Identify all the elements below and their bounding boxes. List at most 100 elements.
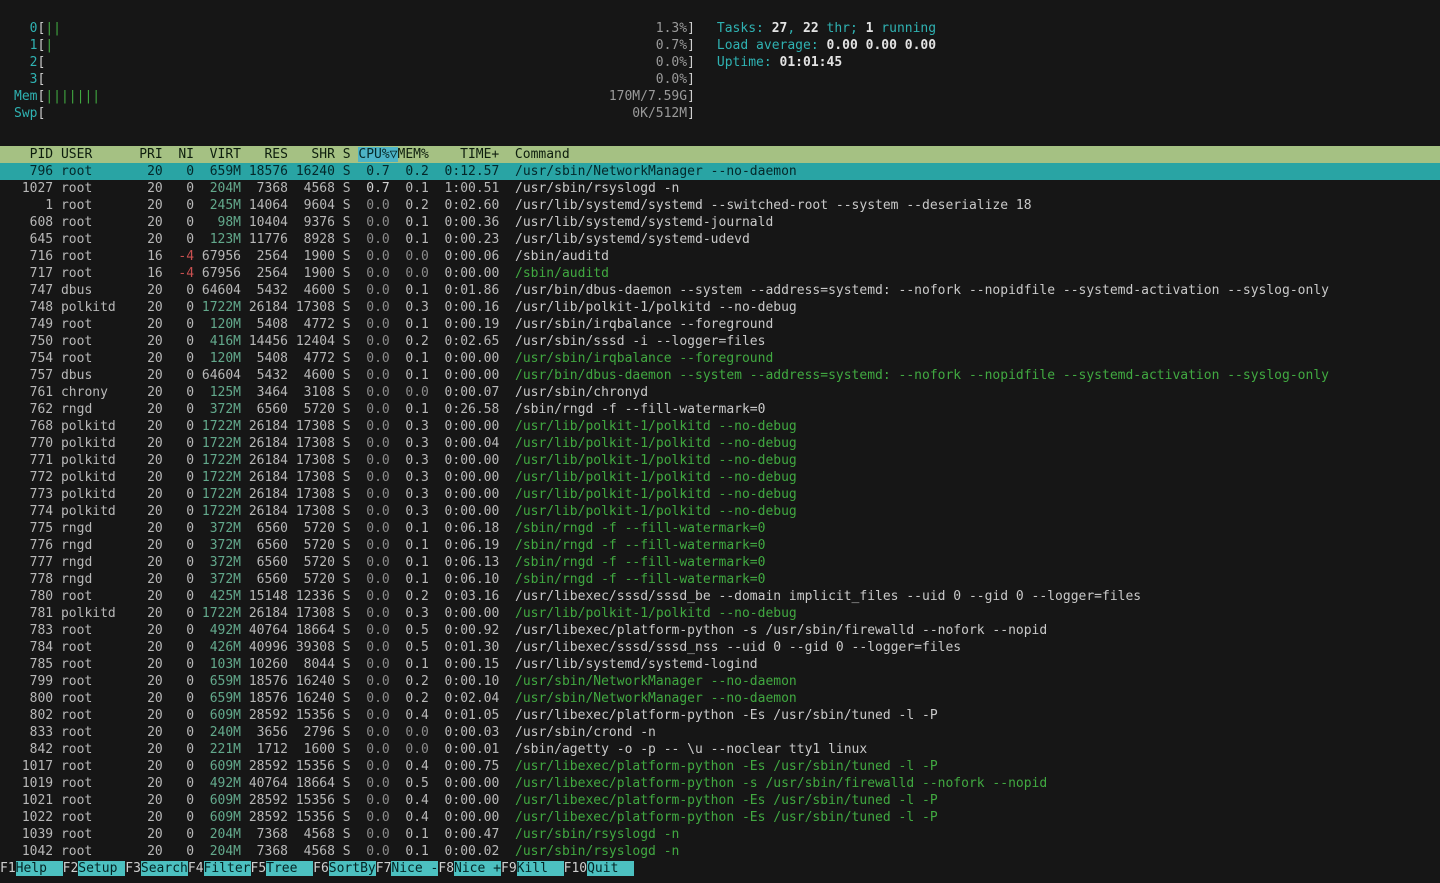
cell-ni: 0 [171,589,202,604]
meter-label: 1 [14,38,37,53]
cell-virt: 204M [202,181,249,196]
cell-mem: 0.3 [398,504,437,519]
cell-ni: 0 [171,232,202,247]
process-row-762[interactable]: 762 rngd 20 0 372M 6560 5720 S 0.0 0.1 0… [0,401,1440,418]
cell-cpu: 0.0 [358,827,397,842]
header-columns-right[interactable]: MEM% TIME+ Command [398,147,570,162]
process-row-842[interactable]: 842 root 20 0 221M 1712 1600 S 0.0 0.0 0… [0,741,1440,758]
cell-pid: 762 [14,402,61,417]
cell-cpu: 0.0 [358,300,397,315]
process-row-761[interactable]: 761 chrony 20 0 125M 3464 3108 S 0.0 0.0… [0,384,1440,401]
process-row-777[interactable]: 777 rngd 20 0 372M 6560 5720 S 0.0 0.1 0… [0,554,1440,571]
meter-close-bracket: ] [687,21,695,36]
cell-pri: 20 [139,538,170,553]
process-row-757[interactable]: 757 dbus 20 0 64604 5432 4600 S 0.0 0.1 … [0,367,1440,384]
fkey-f10[interactable]: F10Quit [564,861,634,876]
fkey-f8[interactable]: F8Nice + [438,861,501,876]
fkey-f9[interactable]: F9Kill [501,861,564,876]
cell-user: root [61,674,139,689]
process-row-775[interactable]: 775 rngd 20 0 372M 6560 5720 S 0.0 0.1 0… [0,520,1440,537]
process-row-1042[interactable]: 1042 root 20 0 204M 7368 4568 S 0.0 0.1 … [0,843,1440,860]
process-row-776[interactable]: 776 rngd 20 0 372M 6560 5720 S 0.0 0.1 0… [0,537,1440,554]
cell-virt: 1722M [202,453,249,468]
process-row-768[interactable]: 768 polkitd 20 0 1722M 26184 17308 S 0.0… [0,418,1440,435]
fkey-f2[interactable]: F2Setup [63,861,126,876]
cell-pri: 20 [139,232,170,247]
fkey-f7[interactable]: F7Nice - [376,861,439,876]
process-row-780[interactable]: 780 root 20 0 425M 15148 12336 S 0.0 0.2… [0,588,1440,605]
process-row-645[interactable]: 645 root 20 0 123M 11776 8928 S 0.0 0.1 … [0,231,1440,248]
process-row-749[interactable]: 749 root 20 0 120M 5408 4772 S 0.0 0.1 0… [0,316,1440,333]
fkey-label: Setup [78,861,125,876]
process-row-796[interactable]: 796 root 20 0 659M 18576 16240 S 0.7 0.2… [0,163,1440,180]
process-row-1027[interactable]: 1027 root 20 0 204M 7368 4568 S 0.7 0.1 … [0,180,1440,197]
fkey-label: Quit [587,861,634,876]
cell-user: root [61,657,139,672]
cell-res: 10260 [249,657,296,672]
cell-time: 0:01.30 [437,640,515,655]
cell-pri: 20 [139,708,170,723]
process-row-773[interactable]: 773 polkitd 20 0 1722M 26184 17308 S 0.0… [0,486,1440,503]
fkey-f1[interactable]: F1Help [0,861,63,876]
fkey-f4[interactable]: F4Filter [188,861,251,876]
cell-shr: 5720 [296,555,343,570]
process-row-754[interactable]: 754 root 20 0 120M 5408 4772 S 0.0 0.1 0… [0,350,1440,367]
cell-command: /sbin/auditd [515,249,609,264]
process-row-717[interactable]: 717 root 16 -4 67956 2564 1900 S 0.0 0.0… [0,265,1440,282]
process-row-750[interactable]: 750 root 20 0 416M 14456 12404 S 0.0 0.2… [0,333,1440,350]
cell-state: S [343,691,359,706]
cell-res: 11776 [249,232,296,247]
meter-gauge: 0.0% [45,54,687,71]
process-row-747[interactable]: 747 dbus 20 0 64604 5432 4600 S 0.0 0.1 … [0,282,1440,299]
cell-user: root [61,776,139,791]
process-row-771[interactable]: 771 polkitd 20 0 1722M 26184 17308 S 0.0… [0,452,1440,469]
cell-cpu: 0.0 [358,334,397,349]
process-row-1039[interactable]: 1039 root 20 0 204M 7368 4568 S 0.0 0.1 … [0,826,1440,843]
cell-command: /usr/lib/systemd/systemd --switched-root… [515,198,1032,213]
function-key-bar: F1Help F2Setup F3SearchF4FilterF5Tree F6… [0,860,634,877]
cell-pid: 833 [14,725,61,740]
process-row-833[interactable]: 833 root 20 0 240M 3656 2796 S 0.0 0.0 0… [0,724,1440,741]
cell-shr: 17308 [296,487,343,502]
cell-pri: 20 [139,606,170,621]
cell-virt: 204M [202,844,249,859]
process-row-772[interactable]: 772 polkitd 20 0 1722M 26184 17308 S 0.0… [0,469,1440,486]
process-row-1021[interactable]: 1021 root 20 0 609M 28592 15356 S 0.0 0.… [0,792,1440,809]
cell-res: 28592 [249,759,296,774]
process-row-716[interactable]: 716 root 16 -4 67956 2564 1900 S 0.0 0.0… [0,248,1440,265]
sort-column-cpu[interactable]: CPU%▽ [358,147,397,162]
header-columns-left[interactable]: PID USER PRI NI VIRT RES SHR S [14,147,358,162]
process-row-784[interactable]: 784 root 20 0 426M 40996 39308 S 0.0 0.5… [0,639,1440,656]
process-row-799[interactable]: 799 root 20 0 659M 18576 16240 S 0.0 0.2… [0,673,1440,690]
fkey-f3[interactable]: F3Search [125,861,188,876]
process-row-778[interactable]: 778 rngd 20 0 372M 6560 5720 S 0.0 0.1 0… [0,571,1440,588]
process-row-785[interactable]: 785 root 20 0 103M 10260 8044 S 0.0 0.1 … [0,656,1440,673]
table-header[interactable]: PID USER PRI NI VIRT RES SHR S CPU%▽MEM%… [0,146,1440,163]
process-row-774[interactable]: 774 polkitd 20 0 1722M 26184 17308 S 0.0… [0,503,1440,520]
process-row-1019[interactable]: 1019 root 20 0 492M 40764 18664 S 0.0 0.… [0,775,1440,792]
cell-pri: 16 [139,266,170,281]
cell-pid: 645 [14,232,61,247]
cell-cpu: 0.0 [358,725,397,740]
meter-open-bracket: [ [37,21,45,36]
process-row-1022[interactable]: 1022 root 20 0 609M 28592 15356 S 0.0 0.… [0,809,1440,826]
cell-ni: 0 [171,436,202,451]
process-row-770[interactable]: 770 polkitd 20 0 1722M 26184 17308 S 0.0… [0,435,1440,452]
cell-shr: 1600 [296,742,343,757]
process-row-781[interactable]: 781 polkitd 20 0 1722M 26184 17308 S 0.0… [0,605,1440,622]
fkey-f6[interactable]: F6SortBy [313,861,376,876]
cell-virt: 123M [202,232,249,247]
process-row-1017[interactable]: 1017 root 20 0 609M 28592 15356 S 0.0 0.… [0,758,1440,775]
cell-pid: 1017 [14,759,61,774]
cell-shr: 5720 [296,521,343,536]
process-row-783[interactable]: 783 root 20 0 492M 40764 18664 S 0.0 0.5… [0,622,1440,639]
cell-state: S [343,504,359,519]
process-row-800[interactable]: 800 root 20 0 659M 18576 16240 S 0.0 0.2… [0,690,1440,707]
cell-cpu: 0.7 [358,164,397,179]
cell-mem: 0.5 [398,776,437,791]
process-row-748[interactable]: 748 polkitd 20 0 1722M 26184 17308 S 0.0… [0,299,1440,316]
process-row-608[interactable]: 608 root 20 0 98M 10404 9376 S 0.0 0.1 0… [0,214,1440,231]
process-row-802[interactable]: 802 root 20 0 609M 28592 15356 S 0.0 0.4… [0,707,1440,724]
process-row-1[interactable]: 1 root 20 0 245M 14064 9604 S 0.0 0.2 0:… [0,197,1440,214]
fkey-f5[interactable]: F5Tree [251,861,314,876]
